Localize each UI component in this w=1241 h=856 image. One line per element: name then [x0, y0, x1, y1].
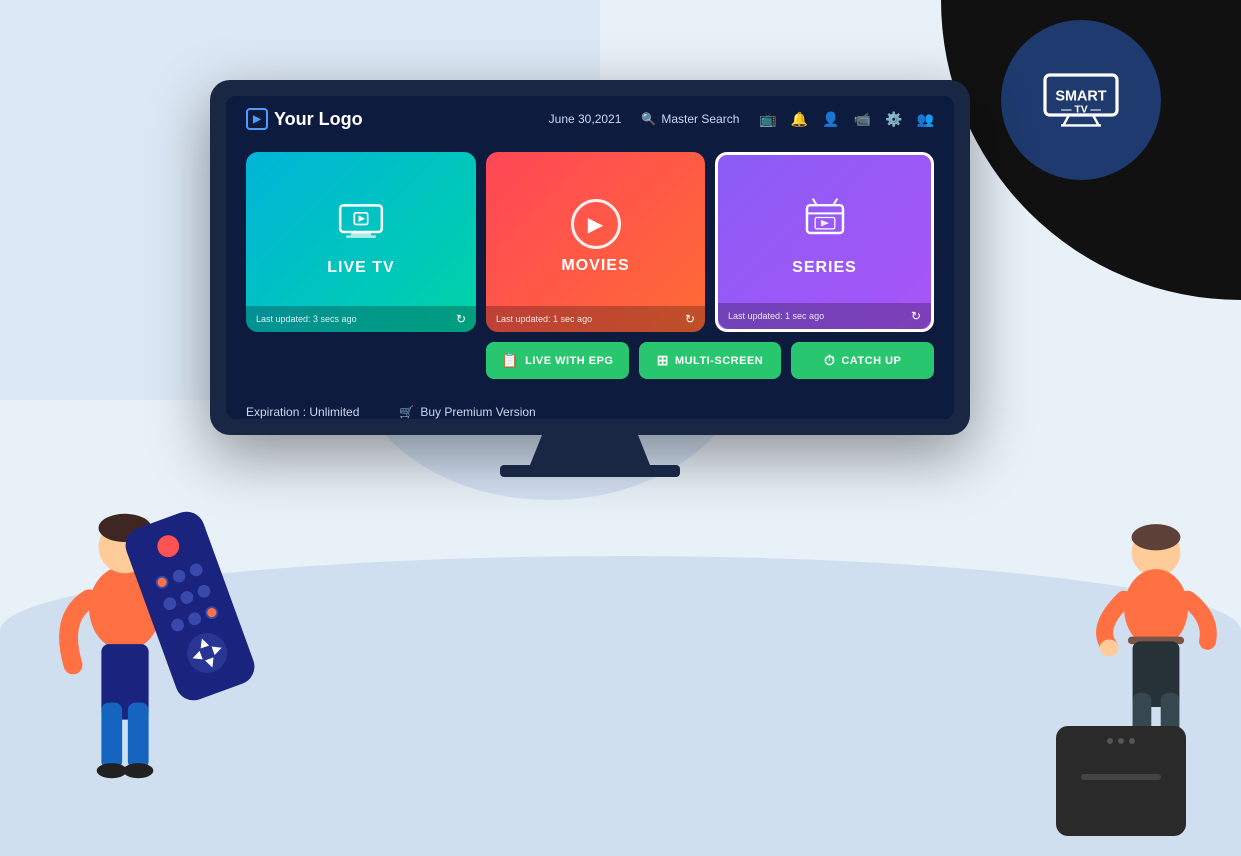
live-tv-footer: Last updated: 3 secs ago ↻ [246, 306, 476, 332]
cart-icon: 🛒 [399, 405, 414, 419]
expiration-text: Expiration : Unlimited [246, 405, 359, 419]
users-icon[interactable]: 👥 [917, 111, 934, 128]
buy-premium-label: Buy Premium Version [420, 405, 535, 419]
tv-header-icons: 📺 🔔 👤 📹 ⚙️ 👥 [759, 111, 934, 128]
series-icon [800, 197, 850, 251]
dot-2 [1118, 738, 1124, 744]
catch-up-icon: ⏱ [824, 352, 835, 369]
tv-logo: ▶ Your Logo [246, 108, 529, 130]
series-refresh[interactable]: ↻ [911, 309, 921, 323]
series-footer: Last updated: 1 sec ago ↻ [718, 303, 931, 329]
camera-icon[interactable]: 📹 [854, 111, 871, 128]
movies-label: MOVIES [561, 257, 629, 275]
tv-channel-icon[interactable]: 📺 [759, 111, 776, 128]
multi-screen-button[interactable]: ⊞ MULTI-SCREEN [639, 342, 782, 379]
tv-date: June 30,2021 [549, 112, 622, 126]
live-tv-card[interactable]: LIVE TV Last updated: 3 secs ago ↻ [246, 152, 476, 332]
expiration-label: Expiration : [246, 405, 306, 419]
user-icon[interactable]: 👤 [822, 111, 839, 128]
movies-refresh[interactable]: ↻ [685, 312, 695, 326]
tv-screen: ▶ Your Logo June 30,2021 🔍 Master Search… [226, 96, 954, 419]
live-tv-label: LIVE TV [327, 259, 394, 277]
live-tv-refresh[interactable]: ↻ [456, 312, 466, 326]
movies-play-icon: ▶ [571, 199, 621, 249]
svg-text:SMART: SMART [1055, 89, 1106, 105]
gear-icon[interactable]: ⚙️ [885, 111, 902, 128]
series-card[interactable]: SERIES Last updated: 1 sec ago ↻ [715, 152, 934, 332]
live-epg-label: LIVE WITH EPG [525, 355, 613, 367]
dot-1 [1107, 738, 1113, 744]
action-buttons-grid: 📋 LIVE WITH EPG ⊞ MULTI-SCREEN ⏱ CATCH U… [486, 342, 934, 379]
tv-search[interactable]: 🔍 Master Search [641, 112, 739, 126]
expiration-row: Expiration : Unlimited 🛒 Buy Premium Ver… [226, 395, 954, 419]
search-icon: 🔍 [641, 112, 656, 126]
live-tv-icon [336, 197, 386, 251]
catch-up-button[interactable]: ⏱ CATCH UP [791, 342, 934, 379]
live-with-epg-button[interactable]: 📋 LIVE WITH EPG [486, 342, 629, 379]
main-cards-grid: LIVE TV Last updated: 3 secs ago ↻ ▶ MOV… [246, 152, 934, 332]
tv-frame: ▶ Your Logo June 30,2021 🔍 Master Search… [210, 80, 970, 435]
buy-premium-button[interactable]: 🛒 Buy Premium Version [399, 405, 535, 419]
tv-base [500, 465, 680, 477]
tv-header: ▶ Your Logo June 30,2021 🔍 Master Search… [226, 96, 954, 142]
movies-card[interactable]: ▶ MOVIES Last updated: 1 sec ago ↻ [486, 152, 705, 332]
set-top-box-bar [1081, 774, 1161, 780]
series-label: SERIES [792, 259, 857, 277]
tv-content: LIVE TV Last updated: 3 secs ago ↻ ▶ MOV… [226, 142, 954, 395]
logo-play-icon: ▶ [246, 108, 268, 130]
set-top-box [1056, 726, 1186, 836]
movies-update: Last updated: 1 sec ago [496, 314, 592, 324]
live-tv-update: Last updated: 3 secs ago [256, 314, 357, 324]
bell-icon[interactable]: 🔔 [791, 111, 808, 128]
smart-tv-icon: SMART — TV — [1041, 71, 1121, 127]
logo-text: Your Logo [274, 109, 363, 130]
movies-footer: Last updated: 1 sec ago ↻ [486, 306, 705, 332]
svg-text:— TV —: — TV — [1061, 105, 1101, 116]
catch-up-label: CATCH UP [841, 355, 901, 367]
set-top-box-dots [1107, 738, 1135, 744]
search-text: Master Search [661, 112, 739, 126]
expiration-value: Unlimited [309, 405, 359, 419]
multi-screen-label: MULTI-SCREEN [675, 355, 763, 367]
series-update: Last updated: 1 sec ago [728, 311, 824, 321]
epg-icon: 📋 [501, 352, 519, 369]
smart-tv-badge: SMART — TV — [1001, 20, 1161, 180]
tv-monitor: ▶ Your Logo June 30,2021 🔍 Master Search… [210, 80, 970, 477]
dot-3 [1129, 738, 1135, 744]
multi-screen-icon: ⊞ [657, 352, 669, 369]
tv-stand [530, 435, 650, 465]
